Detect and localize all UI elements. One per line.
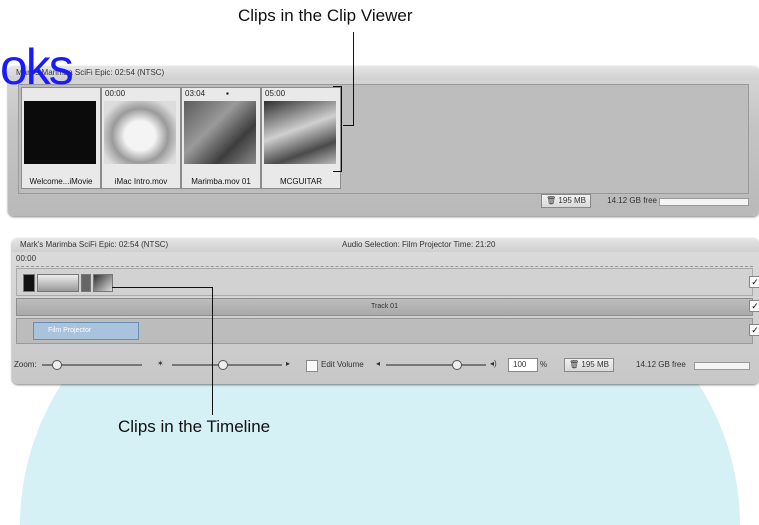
callout-line-bottom: [212, 287, 213, 415]
callout-line-top-h: [343, 125, 354, 126]
clip-bracket: [333, 86, 342, 172]
callout-timeline: Clips in the Timeline: [118, 417, 271, 436]
clip-shelf: Welcome...iMovie 00:00 iMac Intro.mov 03…: [18, 84, 749, 194]
edit-volume-checkbox[interactable]: [306, 360, 318, 372]
clip-name: iMac Intro.mov: [114, 177, 168, 186]
volume-input[interactable]: 100: [508, 358, 538, 372]
clip-thumbnail: [264, 101, 336, 164]
clip-viewer-title: Mark's Marimba SciFi Epic: 02:54 (NTSC): [8, 66, 759, 80]
fast-icon: ▸: [286, 359, 291, 368]
track-bar[interactable]: Track 01: [16, 298, 753, 316]
video-track: [16, 268, 753, 296]
zoom-label: Zoom:: [14, 360, 37, 369]
clip-thumbnail: [104, 101, 176, 164]
timeline-controls: Zoom: ✶ ▸ Edit Volume ◂ ◂) 100 % 🗑 195 M…: [12, 358, 753, 372]
audio2-track-checkbox[interactable]: ✓: [749, 324, 759, 336]
clip-thumbnail: [184, 101, 256, 164]
trash-meter[interactable]: 🗑 195 MB: [541, 194, 591, 208]
brand-overlay: oks: [0, 39, 74, 95]
volume-high-icon: ◂): [490, 359, 497, 368]
timeline-clip[interactable]: [37, 274, 79, 292]
clip-thumbnail: [24, 101, 96, 164]
film-icon: ▪: [226, 89, 229, 98]
free-space-bar: [659, 198, 749, 206]
callout-line-bottom-h: [112, 287, 212, 288]
clip-item[interactable]: 03:04 ▪ Marimba.mov 01: [181, 87, 261, 189]
status-bar: 🗑 195 MB 14.12 GB free: [18, 194, 749, 208]
slow-icon: ✶: [157, 359, 164, 368]
volume-slider[interactable]: [386, 364, 486, 366]
clip-item[interactable]: 05:00 MCGUITAR: [261, 87, 341, 189]
audio-track: Film Projector: [16, 318, 753, 344]
trash-meter[interactable]: 🗑 195 MB: [564, 358, 614, 372]
free-space-label: 14.12 GB free: [607, 196, 657, 205]
timeline-ruler[interactable]: 00:00: [16, 254, 753, 267]
callout-line-top: [353, 32, 354, 125]
clip-item[interactable]: Welcome...iMovie: [21, 87, 101, 189]
timeline-window: Mark's Marimba SciFi Epic: 02:54 (NTSC) …: [12, 238, 759, 384]
video-track-checkbox[interactable]: ✓: [749, 276, 759, 288]
clip-name: MCGUITAR: [279, 177, 323, 186]
audio1-track-checkbox[interactable]: ✓: [749, 300, 759, 312]
timeline-clip[interactable]: [23, 274, 35, 292]
trash-icon: 🗑: [569, 360, 580, 369]
free-space-label: 14.12 GB free: [636, 360, 686, 369]
timeline-clip[interactable]: [93, 274, 113, 292]
audio-clip[interactable]: Film Projector: [33, 322, 139, 340]
free-space-bar: [694, 362, 750, 370]
speed-knob[interactable]: [218, 360, 228, 370]
clip-item[interactable]: 00:00 iMac Intro.mov: [101, 87, 181, 189]
clip-viewer-window: Mark's Marimba SciFi Epic: 02:54 (NTSC) …: [0, 39, 759, 216]
audio-selection-label: Audio Selection: Film Projector Time: 21…: [342, 240, 496, 249]
clip-name: Marimba.mov 01: [191, 177, 251, 186]
clip-name: Welcome...iMovie: [29, 177, 93, 186]
volume-knob[interactable]: [452, 360, 462, 370]
zoom-knob[interactable]: [52, 360, 62, 370]
volume-low-icon: ◂: [376, 359, 381, 368]
timeline-title: Mark's Marimba SciFi Epic: 02:54 (NTSC) …: [12, 238, 759, 252]
trash-icon: 🗑: [546, 196, 557, 205]
transition-icon[interactable]: [81, 274, 91, 292]
volume-unit: %: [540, 360, 548, 369]
callout-clip-viewer: Clips in the Clip Viewer: [238, 6, 413, 25]
edit-volume-label: Edit Volume: [321, 360, 364, 369]
